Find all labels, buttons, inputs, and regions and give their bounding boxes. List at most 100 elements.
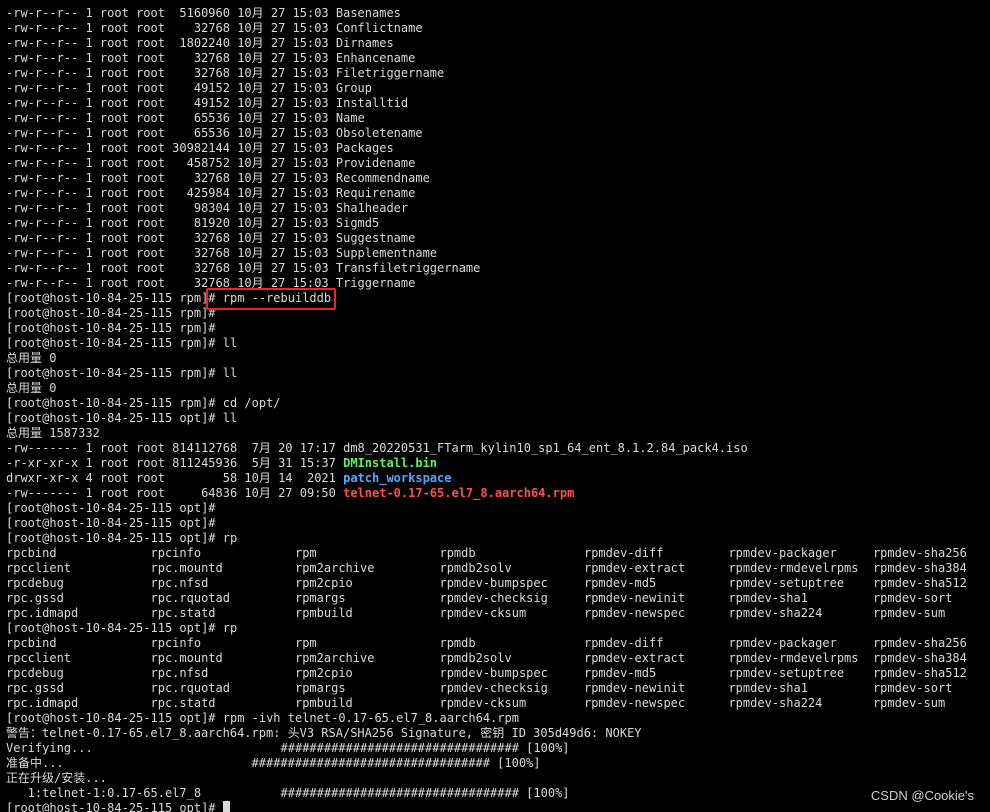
line-text: -r-xr-xr-x 1 root root 811245936 5月 31 1… [6, 456, 344, 470]
terminal-line: -rw-r--r-- 1 root root 32768 10月 27 15:0… [6, 21, 423, 36]
terminal-line: -rw-r--r-- 1 root root 32768 10月 27 15:0… [6, 276, 415, 291]
terminal-line: 总用量 0 [6, 351, 56, 366]
terminal-line: -rw-r--r-- 1 root root 1802240 10月 27 15… [6, 36, 394, 51]
terminal-line: -rw-r--r-- 1 root root 81920 10月 27 15:0… [6, 216, 379, 231]
terminal-line: -rw-r--r-- 1 root root 458752 10月 27 15:… [6, 156, 415, 171]
file-name-dir: patch_workspace [343, 471, 452, 485]
line-text: -rw------- 1 root root 64836 10月 27 09:5… [6, 486, 344, 500]
terminal-line: [root@host-10-84-25-115 rpm]# [6, 306, 216, 321]
terminal-line: rpcdebug rpc.nfsd rpm2cpio rpmdev-bumpsp… [6, 666, 990, 681]
line-text: -rw-r--r-- 1 root root 32768 10月 27 15:0… [6, 231, 416, 245]
terminal-line: -rw-r--r-- 1 root root 32768 10月 27 15:0… [6, 66, 444, 81]
line-text: [root@host-10-84-25-115 opt]# rp [6, 621, 238, 635]
terminal-line: -rw-r--r-- 1 root root 32768 10月 27 15:0… [6, 261, 480, 276]
line-text: -rw-r--r-- 1 root root 32768 10月 27 15:0… [6, 246, 438, 260]
line-text: rpc.idmapd rpc.statd rpmbuild rpmdev-cks… [6, 606, 990, 620]
line-text: -rw-r--r-- 1 root root 425984 10月 27 15:… [6, 186, 416, 200]
terminal-line: -rw-r--r-- 1 root root 5160960 10月 27 15… [6, 6, 401, 21]
line-text: -rw-r--r-- 1 root root 32768 10月 27 15:0… [6, 171, 430, 185]
terminal-line: rpcclient rpc.mountd rpm2archive rpmdb2s… [6, 561, 990, 576]
terminal-line: -rw-r--r-- 1 root root 49152 10月 27 15:0… [6, 81, 372, 96]
terminal-line: [root@host-10-84-25-115 rpm]# [6, 321, 216, 336]
line-text: [root@host-10-84-25-115 rpm]# cd /opt/ [6, 396, 281, 410]
terminal-line: [root@host-10-84-25-115 opt]# [6, 501, 216, 516]
line-text: rpc.gssd rpc.rquotad rpmargs rpmdev-chec… [6, 681, 990, 695]
terminal-line: Verifying... ###########################… [6, 741, 570, 756]
line-text: [root@host-10-84-25-115 rpm]# ll [6, 366, 238, 380]
terminal-line: -rw-r--r-- 1 root root 32768 10月 27 15:0… [6, 171, 430, 186]
terminal-line: -rw-r--r-- 1 root root 32768 10月 27 15:0… [6, 246, 437, 261]
line-text: 总用量 0 [6, 351, 57, 365]
terminal-line: -r-xr-xr-x 1 root root 811245936 5月 31 1… [6, 456, 437, 471]
line-text: 正在升级/安装... [6, 771, 107, 785]
terminal-line: drwxr-xr-x 4 root root 58 10月 14 2021 pa… [6, 471, 451, 486]
terminal-line: [root@host-10-84-25-115 opt]# rpm -ivh t… [6, 711, 519, 726]
line-text: -rw-r--r-- 1 root root 32768 10月 27 15:0… [6, 66, 445, 80]
terminal-line: rpcdebug rpc.nfsd rpm2cpio rpmdev-bumpsp… [6, 576, 990, 591]
terminal-line: [root@host-10-84-25-115 opt]# rp [6, 621, 237, 636]
terminal-line: -rw-r--r-- 1 root root 65536 10月 27 15:0… [6, 111, 365, 126]
terminal-line: 正在升级/安装... [6, 771, 107, 786]
terminal-window[interactable]: -rw-r--r-- 1 root root 5160960 10月 27 15… [0, 0, 990, 812]
terminal-line: rpc.idmapd rpc.statd rpmbuild rpmdev-cks… [6, 696, 990, 711]
terminal-line: rpc.gssd rpc.rquotad rpmargs rpmdev-chec… [6, 681, 990, 696]
terminal-line: 1:telnet-1:0.17-65.el7_8 ###############… [6, 786, 570, 801]
terminal-line: -rw-r--r-- 1 root root 65536 10月 27 15:0… [6, 126, 423, 141]
watermark: CSDN @Cookie's [870, 788, 974, 803]
line-text: -rw-r--r-- 1 root root 49152 10月 27 15:0… [6, 96, 409, 110]
text-cursor [222, 801, 230, 812]
line-text: rpcbind rpcinfo rpm rpmdb rpmdev-diff rp… [6, 636, 990, 650]
terminal-line: -rw-r--r-- 1 root root 425984 10月 27 15:… [6, 186, 415, 201]
line-text: rpcdebug rpc.nfsd rpm2cpio rpmdev-bumpsp… [6, 576, 990, 590]
terminal-line: 总用量 0 [6, 381, 56, 396]
line-text: rpcclient rpc.mountd rpm2archive rpmdb2s… [6, 651, 990, 665]
line-text: drwxr-xr-x 4 root root 58 10月 14 2021 [6, 471, 344, 485]
line-text: 1:telnet-1:0.17-65.el7_8 ###############… [6, 786, 570, 800]
line-text: rpc.idmapd rpc.statd rpmbuild rpmdev-cks… [6, 696, 990, 710]
line-text: -rw-r--r-- 1 root root 32768 10月 27 15:0… [6, 261, 481, 275]
line-text: -rw-r--r-- 1 root root 32768 10月 27 15:0… [6, 21, 423, 35]
terminal-line: [root@host-10-84-25-115 rpm]# rpm --rebu… [6, 291, 331, 306]
terminal-line: rpcclient rpc.mountd rpm2archive rpmdb2s… [6, 651, 990, 666]
terminal-line: -rw-r--r-- 1 root root 98304 10月 27 15:0… [6, 201, 408, 216]
terminal-line: 警告：telnet-0.17-65.el7_8.aarch64.rpm: 头V3… [6, 726, 642, 741]
line-text: rpcbind rpcinfo rpm rpmdb rpmdev-diff rp… [6, 546, 990, 560]
terminal-line: [root@host-10-84-25-115 rpm]# ll [6, 366, 237, 381]
line-text: [root@host-10-84-25-115 rpm]# rpm --rebu… [6, 291, 332, 305]
terminal-line: -rw-r--r-- 1 root root 30982144 10月 27 1… [6, 141, 394, 156]
line-text: 警告：telnet-0.17-65.el7_8.aarch64.rpm: 头V3… [6, 726, 642, 740]
terminal-line: -rw-r--r-- 1 root root 32768 10月 27 15:0… [6, 231, 415, 246]
line-text: -rw-r--r-- 1 root root 30982144 10月 27 1… [6, 141, 394, 155]
terminal-line: 准备中... #################################… [6, 756, 541, 771]
line-text: rpc.gssd rpc.rquotad rpmargs rpmdev-chec… [6, 591, 990, 605]
line-text: [root@host-10-84-25-115 opt]# [6, 516, 216, 530]
terminal-line: rpc.gssd rpc.rquotad rpmargs rpmdev-chec… [6, 591, 990, 606]
terminal-line: rpcbind rpcinfo rpm rpmdb rpmdev-diff rp… [6, 636, 990, 651]
terminal-line: [root@host-10-84-25-115 opt]# rp [6, 531, 237, 546]
file-name-archive: telnet-0.17-65.el7_8.aarch64.rpm [343, 486, 575, 500]
terminal-line: 总用量 1587332 [6, 426, 100, 441]
terminal-line: [root@host-10-84-25-115 rpm]# ll [6, 336, 237, 351]
line-text: -rw-r--r-- 1 root root 65536 10月 27 15:0… [6, 111, 365, 125]
line-text: [root@host-10-84-25-115 opt]# rpm -ivh t… [6, 711, 519, 725]
terminal-line: -rw-r--r-- 1 root root 32768 10月 27 15:0… [6, 51, 415, 66]
line-text: 总用量 0 [6, 381, 57, 395]
terminal-line: -rw------- 1 root root 64836 10月 27 09:5… [6, 486, 574, 501]
line-text: rpcdebug rpc.nfsd rpm2cpio rpmdev-bumpsp… [6, 666, 990, 680]
file-name-exec: DMInstall.bin [343, 456, 438, 470]
line-text: 总用量 1587332 [6, 426, 100, 440]
terminal-line: -rw------- 1 root root 814112768 7月 20 1… [6, 441, 748, 456]
line-text: -rw------- 1 root root 814112768 7月 20 1… [6, 441, 748, 455]
terminal-line: [root@host-10-84-25-115 rpm]# cd /opt/ [6, 396, 281, 411]
terminal-line: rpc.idmapd rpc.statd rpmbuild rpmdev-cks… [6, 606, 990, 621]
line-text: Verifying... ###########################… [6, 741, 570, 755]
line-text: [root@host-10-84-25-115 opt]# [6, 501, 216, 515]
line-text: [root@host-10-84-25-115 opt]# [6, 801, 223, 812]
line-text: -rw-r--r-- 1 root root 98304 10月 27 15:0… [6, 201, 409, 215]
terminal-line: [root@host-10-84-25-115 opt]# ll [6, 411, 237, 426]
terminal-line: rpcbind rpcinfo rpm rpmdb rpmdev-diff rp… [6, 546, 990, 561]
line-text: 准备中... #################################… [6, 756, 541, 770]
line-text: [root@host-10-84-25-115 opt]# rp [6, 531, 238, 545]
line-text: -rw-r--r-- 1 root root 458752 10月 27 15:… [6, 156, 416, 170]
line-text: -rw-r--r-- 1 root root 32768 10月 27 15:0… [6, 51, 416, 65]
